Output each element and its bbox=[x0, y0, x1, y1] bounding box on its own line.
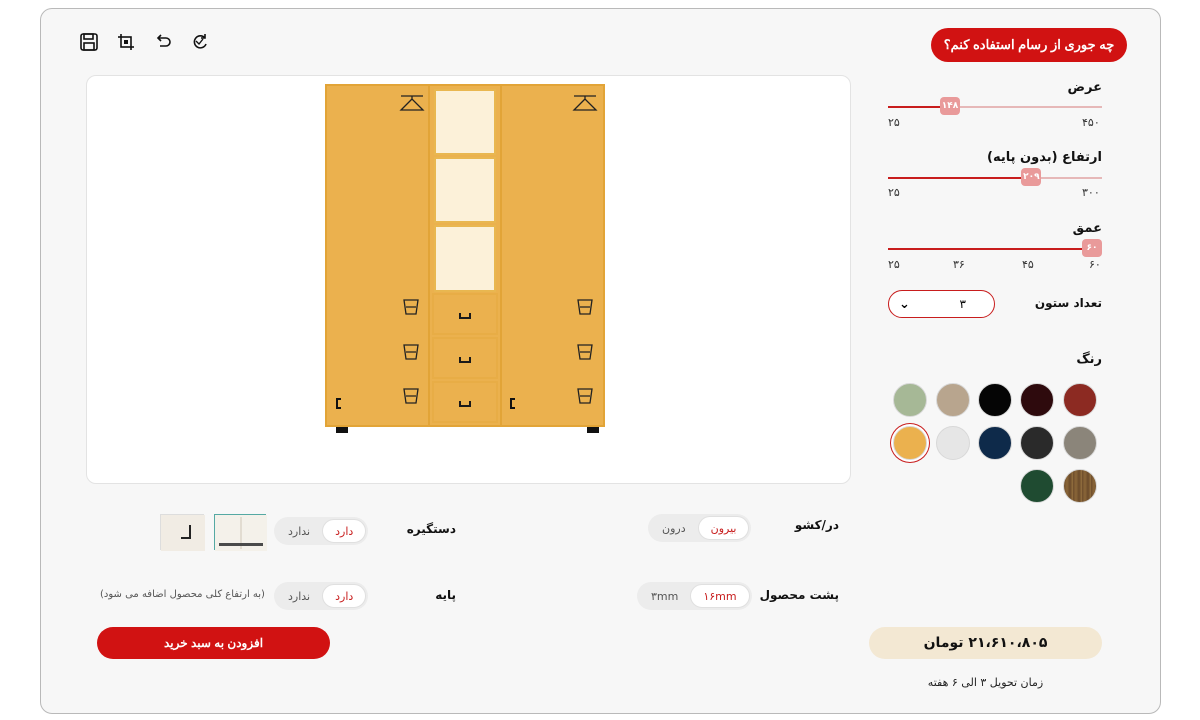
color-swatch[interactable] bbox=[978, 383, 1012, 417]
wardrobe-leg bbox=[587, 427, 599, 433]
drawer-pull bbox=[459, 313, 471, 319]
color-swatch[interactable] bbox=[1063, 383, 1097, 417]
depth-slider-fill bbox=[888, 248, 1102, 250]
door-handle bbox=[336, 398, 341, 409]
basket-icon bbox=[577, 299, 593, 315]
base-toggle[interactable]: دارد ندارد bbox=[274, 582, 369, 610]
color-label: رنگ bbox=[1076, 352, 1102, 367]
save-icon[interactable] bbox=[79, 32, 99, 52]
height-min: ۲۵ bbox=[888, 186, 900, 199]
shelf-compartment bbox=[434, 157, 496, 223]
door-drawer-option-inside[interactable]: درون bbox=[650, 516, 698, 540]
handle-style-image bbox=[161, 515, 205, 551]
handle-option-yes[interactable]: دارد bbox=[322, 519, 367, 543]
height-label: ارتفاع (بدون پایه) bbox=[987, 150, 1102, 165]
columns-label: تعداد ستون bbox=[1034, 296, 1102, 310]
drawer bbox=[432, 381, 498, 423]
handle-style-thumbnail[interactable] bbox=[214, 514, 267, 551]
back-panel-toggle[interactable]: ۱۶mm ۳mm bbox=[637, 582, 752, 610]
price-display: ۲۱،۶۱۰،۸۰۵ تومان bbox=[869, 627, 1102, 659]
door-drawer-label: در/کشو bbox=[794, 518, 839, 532]
hanger-icon bbox=[399, 95, 425, 111]
color-swatch[interactable] bbox=[1020, 426, 1054, 460]
back-panel-option-3mm[interactable]: ۳mm bbox=[639, 584, 690, 608]
basket-icon bbox=[577, 344, 593, 360]
wardrobe-column-left bbox=[327, 86, 430, 425]
base-label: پایه bbox=[435, 588, 456, 602]
door-drawer-option-outside[interactable]: بیرون bbox=[697, 516, 750, 540]
basket-icon bbox=[403, 388, 419, 404]
handle-toggle[interactable]: دارد ندارد bbox=[274, 517, 369, 545]
drawer bbox=[432, 293, 498, 335]
color-swatch[interactable] bbox=[1063, 426, 1097, 460]
help-button[interactable]: چه جوری از رسام استفاده کنم؟ bbox=[931, 28, 1127, 62]
frame-icon[interactable] bbox=[116, 32, 136, 52]
drawer-pull bbox=[459, 357, 471, 363]
wardrobe-preview bbox=[325, 84, 605, 427]
add-to-cart-button[interactable]: افزودن به سبد خرید bbox=[97, 627, 330, 659]
depth-tick: ۲۵ bbox=[888, 258, 900, 271]
height-max: ۳۰۰ bbox=[1082, 186, 1100, 199]
delivery-time: زمان تحویل ۳ الی ۶ هفته bbox=[927, 676, 1044, 689]
color-swatch[interactable] bbox=[936, 383, 970, 417]
shelf-compartment bbox=[434, 89, 496, 155]
door-handle bbox=[510, 398, 515, 409]
columns-select[interactable]: ⌄ ۳ bbox=[888, 290, 995, 318]
back-panel-option-16mm[interactable]: ۱۶mm bbox=[690, 584, 750, 608]
drawer bbox=[432, 337, 498, 379]
color-swatch[interactable] bbox=[1020, 469, 1054, 503]
width-slider-thumb[interactable]: ۱۴۸ bbox=[940, 97, 961, 115]
width-max: ۴۵۰ bbox=[1082, 116, 1100, 129]
color-swatch-wood[interactable] bbox=[1063, 469, 1097, 503]
wardrobe-column-middle bbox=[430, 86, 502, 425]
back-panel-label: پشت محصول bbox=[759, 588, 839, 602]
depth-label: عمق bbox=[1072, 221, 1102, 236]
editor-toolbar bbox=[79, 32, 210, 52]
handle-option-no[interactable]: ندارد bbox=[276, 519, 322, 543]
color-swatch[interactable] bbox=[1020, 383, 1054, 417]
handle-style-image bbox=[215, 515, 267, 551]
height-slider[interactable]: ۲۰۹ bbox=[888, 168, 1102, 186]
width-slider[interactable]: ۱۴۸ bbox=[888, 97, 1102, 115]
depth-slider-thumb[interactable]: ۶۰ bbox=[1082, 239, 1102, 257]
depth-slider[interactable]: ۶۰ bbox=[888, 239, 1102, 257]
color-swatch[interactable] bbox=[893, 383, 927, 417]
height-slider-fill bbox=[888, 177, 1032, 179]
color-swatch[interactable] bbox=[978, 426, 1012, 460]
base-option-no[interactable]: ندارد bbox=[276, 584, 322, 608]
width-label: عرض bbox=[1067, 80, 1102, 95]
door-drawer-toggle[interactable]: بیرون درون bbox=[648, 514, 752, 542]
basket-icon bbox=[577, 388, 593, 404]
drawer-pull bbox=[459, 401, 471, 407]
basket-icon bbox=[403, 299, 419, 315]
refresh-icon[interactable] bbox=[190, 32, 210, 52]
wardrobe-leg bbox=[336, 427, 348, 433]
shelf-compartment bbox=[434, 225, 496, 292]
columns-value: ۳ bbox=[959, 297, 966, 311]
basket-icon bbox=[403, 344, 419, 360]
height-slider-thumb[interactable]: ۲۰۹ bbox=[1021, 168, 1042, 186]
wardrobe-column-right bbox=[502, 86, 603, 425]
hanger-icon bbox=[572, 95, 598, 111]
base-option-yes[interactable]: دارد bbox=[322, 584, 367, 608]
color-swatch[interactable] bbox=[893, 426, 927, 460]
chevron-down-icon: ⌄ bbox=[899, 296, 910, 312]
undo-icon[interactable] bbox=[153, 32, 173, 52]
handle-label: دستگیره bbox=[406, 522, 456, 536]
depth-tick: ۴۵ bbox=[1022, 258, 1034, 271]
depth-tick: ۶۰ bbox=[1089, 258, 1101, 271]
depth-tick: ۳۶ bbox=[953, 258, 965, 271]
color-swatch[interactable] bbox=[936, 426, 970, 460]
width-min: ۲۵ bbox=[888, 116, 900, 129]
handle-style-thumbnail[interactable] bbox=[160, 514, 205, 551]
base-note: (به ارتفاع کلی محصول اضافه می شود) bbox=[100, 589, 265, 600]
